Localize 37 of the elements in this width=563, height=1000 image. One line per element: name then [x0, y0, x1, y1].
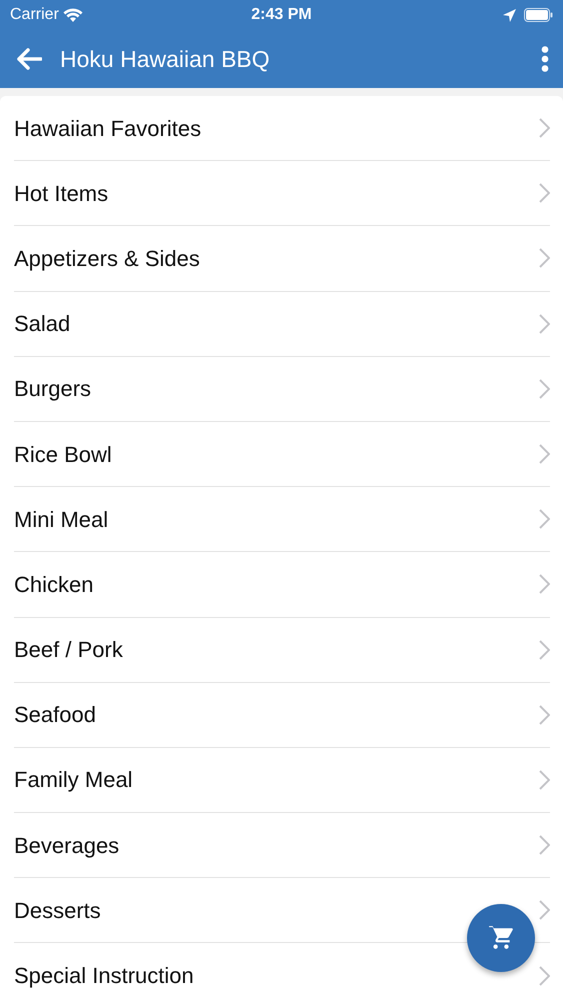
category-item[interactable]: Hot Items [14, 176, 108, 210]
category-item[interactable]: Mini Meal [14, 502, 108, 536]
chevron-right-icon [539, 378, 550, 399]
chevron-right-icon [539, 900, 550, 920]
cart-icon [488, 925, 514, 951]
screen-title: Hoku Hawaiian BBQ [60, 44, 271, 74]
back-arrow-icon[interactable] [16, 48, 42, 70]
category-item[interactable]: Family Meal [14, 763, 133, 796]
chevron-right-icon [539, 704, 550, 725]
category-item[interactable]: Beef / Pork [14, 633, 123, 666]
chevron-right-icon [539, 118, 550, 138]
chevron-right-icon [539, 770, 550, 790]
chevron-right-icon [539, 966, 550, 986]
category-item[interactable]: Hawaiian Favorites [14, 112, 202, 145]
chevron-right-icon [539, 640, 550, 660]
category-item[interactable]: Chicken [14, 568, 94, 601]
location-arrow-icon [503, 8, 516, 22]
chevron-right-icon [539, 444, 550, 464]
chevron-right-icon [539, 835, 550, 856]
category-item[interactable]: Appetizers & Sides [14, 242, 200, 275]
category-item[interactable]: Burgers [14, 372, 92, 406]
chevron-right-icon [539, 314, 550, 334]
battery-icon [524, 8, 553, 22]
wifi-icon [62, 8, 83, 22]
chevron-right-icon [539, 248, 550, 268]
category-item[interactable]: Special Instruction [14, 959, 194, 992]
category-item[interactable]: Beverages [14, 828, 120, 862]
category-item[interactable]: Rice Bowl [14, 438, 112, 471]
chevron-right-icon [539, 509, 550, 530]
clock-time: 2:43 PM [251, 5, 312, 25]
carrier-name: Carrier [10, 5, 59, 25]
category-item[interactable]: Desserts [14, 894, 101, 927]
category-item[interactable]: Salad [14, 307, 70, 340]
category-item[interactable]: Seafood [14, 698, 96, 732]
chevron-right-icon [539, 574, 550, 594]
more-options-icon[interactable] [541, 46, 549, 72]
chevron-right-icon [539, 183, 550, 204]
